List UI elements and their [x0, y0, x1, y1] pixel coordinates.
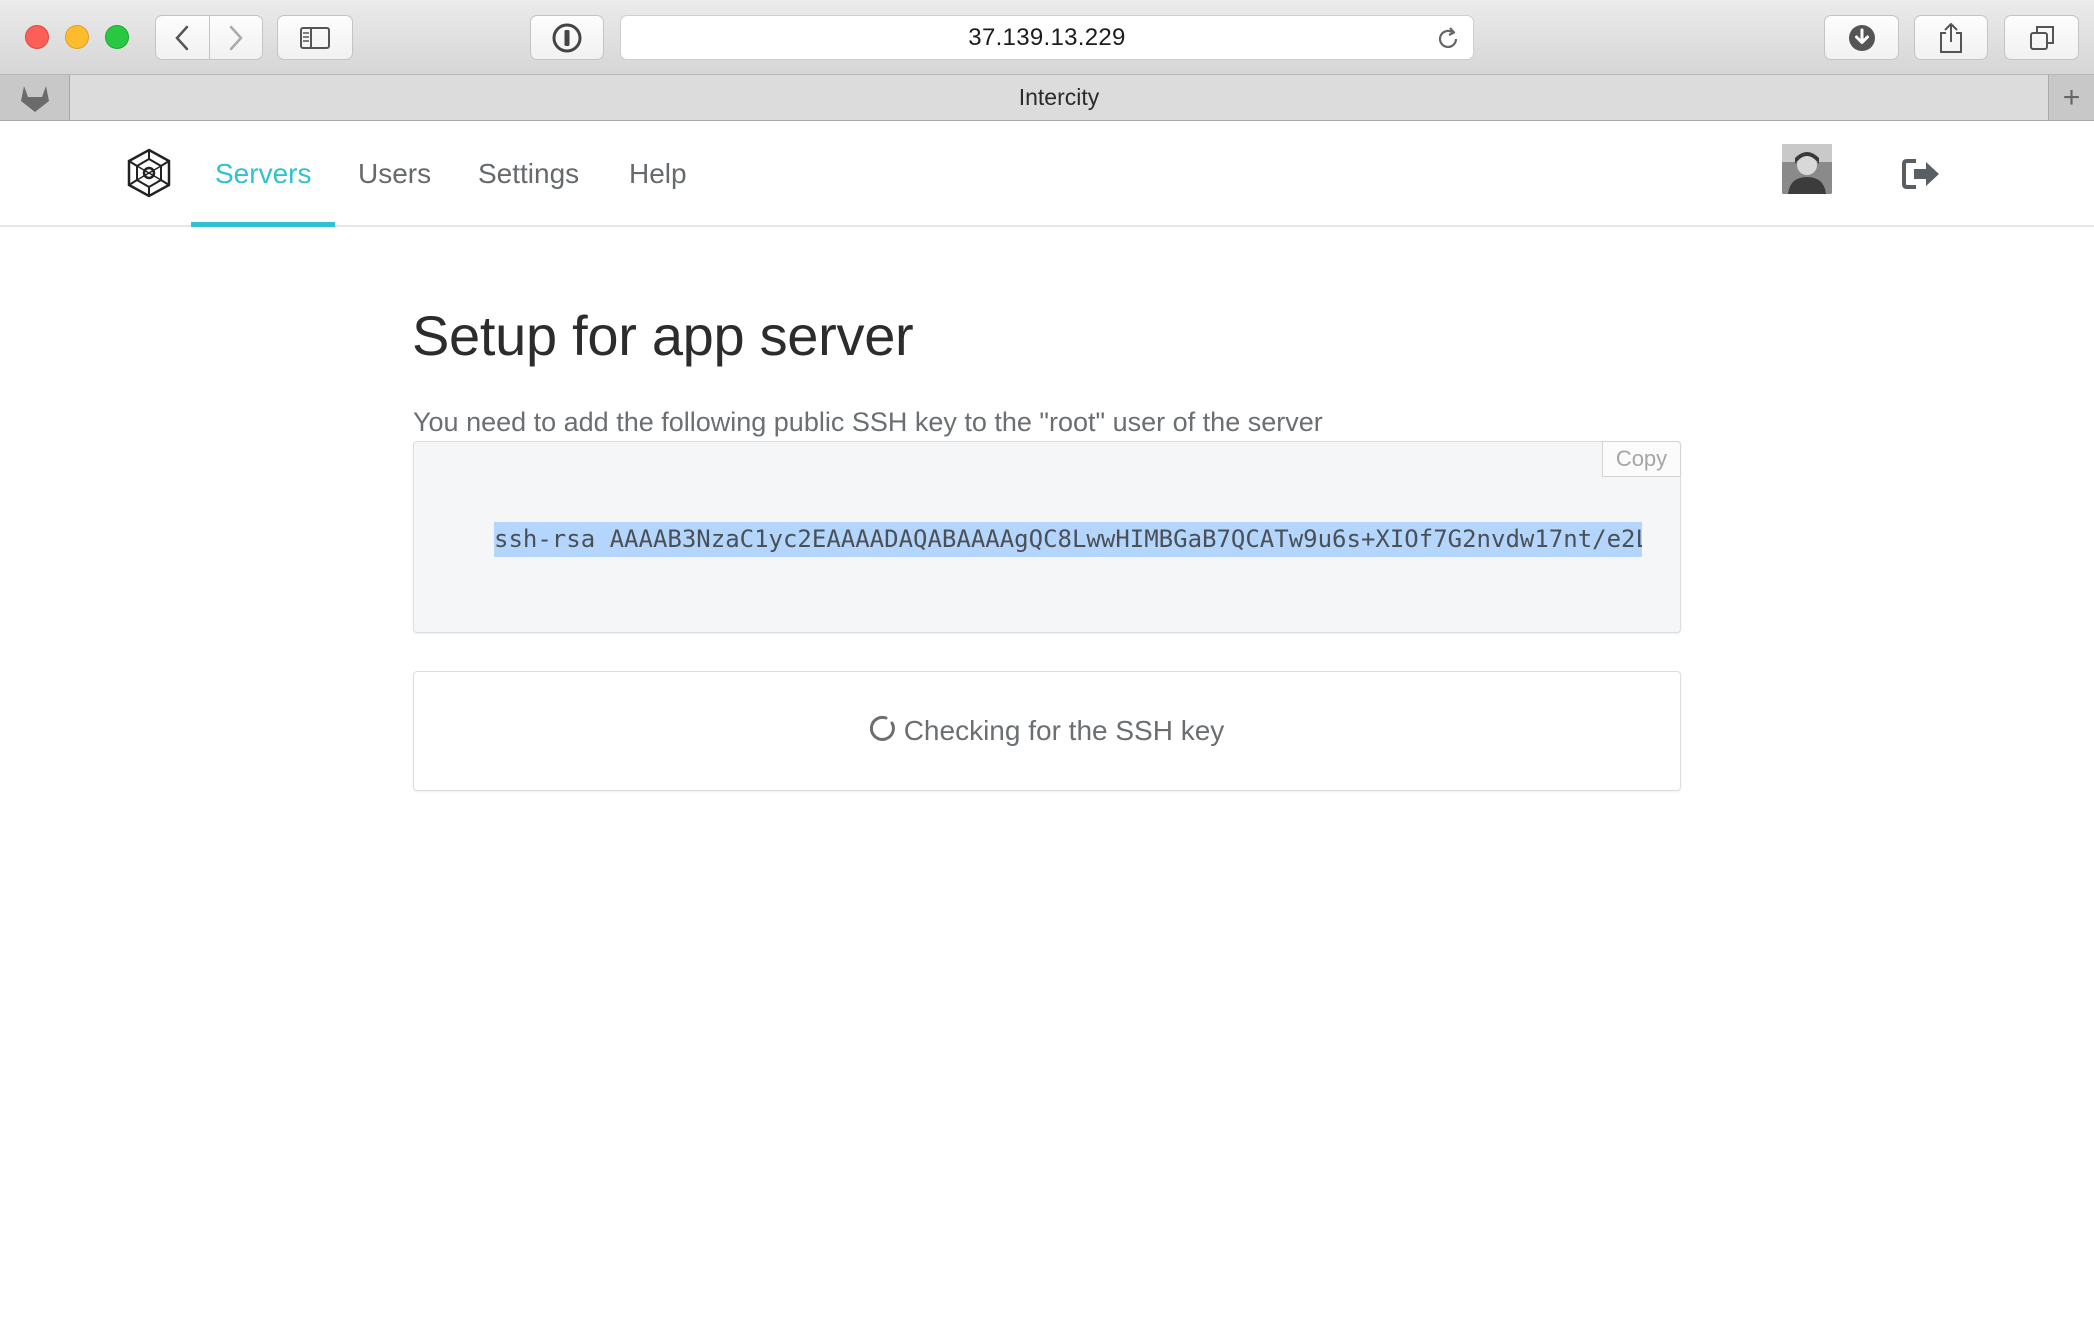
sidebar-toggle-button[interactable]: [277, 15, 353, 60]
loading-spinner-icon: [869, 715, 895, 741]
tab-bar: Intercity +: [0, 75, 2094, 121]
ssh-key-box: Copy ssh-rsa AAAAB3NzaC1yc2EAAAADAQABAAA…: [413, 441, 1681, 633]
pinned-tab-gitlab[interactable]: [0, 75, 70, 120]
close-window-button[interactable]: [25, 25, 49, 49]
intercity-logo-icon[interactable]: [125, 148, 173, 203]
status-text: Checking for the SSH key: [903, 715, 1225, 746]
back-button[interactable]: [156, 16, 209, 59]
page-title: Setup for app server: [412, 304, 914, 367]
ssh-key-text[interactable]: ssh-rsa AAAAB3NzaC1yc2EAAAADAQABAAAAgQC8…: [494, 522, 1642, 557]
nav-settings[interactable]: Settings: [454, 122, 603, 225]
zoom-window-button[interactable]: [105, 25, 129, 49]
1password-icon: [552, 23, 582, 52]
forward-button[interactable]: [208, 16, 263, 59]
new-tab-button[interactable]: +: [2048, 75, 2094, 120]
chevron-right-icon: [229, 25, 243, 50]
download-icon: [1848, 24, 1875, 51]
ssh-check-status: Checking for the SSH key: [413, 671, 1681, 791]
tab-intercity[interactable]: Intercity: [70, 75, 2048, 120]
downloads-button[interactable]: [1824, 15, 1899, 60]
copy-button[interactable]: Copy: [1602, 441, 1681, 477]
minimize-window-button[interactable]: [65, 25, 89, 49]
history-nav-group: [155, 15, 263, 60]
user-avatar[interactable]: [1782, 144, 1832, 194]
nav-servers[interactable]: Servers: [191, 122, 336, 227]
nav-help[interactable]: Help: [605, 122, 711, 225]
address-bar[interactable]: 37.139.13.229: [620, 15, 1474, 60]
gitlab-fox-icon: [20, 85, 49, 112]
url-text: 37.139.13.229: [968, 23, 1126, 51]
browser-titlebar: 37.139.13.229: [0, 0, 2094, 75]
share-icon: [1940, 22, 1962, 53]
password-manager-button[interactable]: [530, 15, 604, 60]
sign-out-icon[interactable]: [1902, 158, 1942, 195]
sidebar-icon: [300, 26, 330, 49]
chevron-left-icon: [175, 25, 189, 50]
ssh-key-instructions: You need to add the following public SSH…: [413, 407, 1323, 437]
tabs-icon: [2029, 25, 2054, 50]
reload-button[interactable]: [1435, 26, 1461, 57]
reload-icon: [1438, 27, 1458, 48]
tab-overview-button[interactable]: [2004, 15, 2079, 60]
share-button[interactable]: [1914, 15, 1988, 60]
nav-users[interactable]: Users: [334, 122, 455, 225]
app-navbar: Servers Users Settings Help: [0, 122, 2094, 227]
